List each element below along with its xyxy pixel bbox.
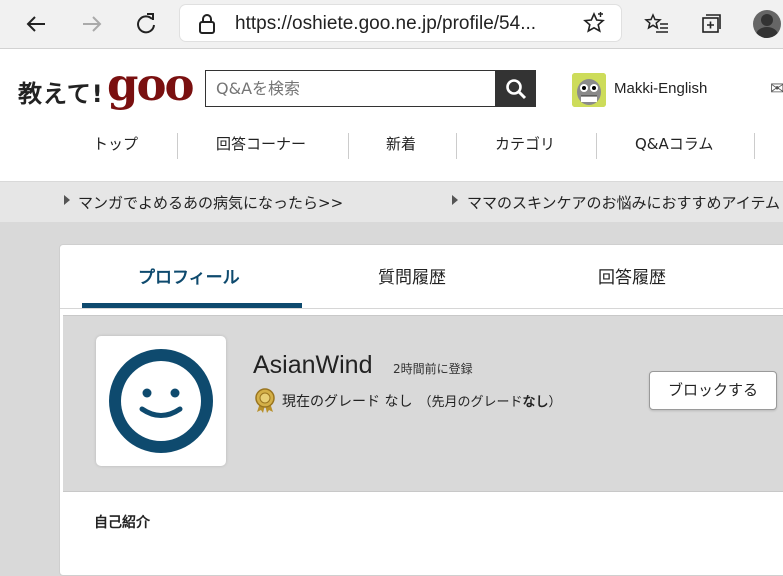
lock-icon [199, 14, 215, 34]
mail-icon[interactable]: ✉ [770, 79, 783, 99]
nav-divider [456, 133, 457, 159]
profile-name: AsianWind [253, 351, 373, 379]
nav-item-answer-corner[interactable]: 回答コーナー [216, 133, 306, 154]
nav-item-category[interactable]: カテゴリ [495, 133, 555, 154]
favorite-star-icon[interactable] [583, 12, 605, 34]
tab-answer-history[interactable]: 回答履歴 [598, 263, 666, 288]
reload-icon [137, 13, 155, 34]
registered-time: 2時間前に登録 [393, 362, 473, 376]
favorites-list-icon[interactable] [644, 12, 670, 36]
tab-question-history[interactable]: 質問履歴 [378, 263, 446, 288]
nav-divider [348, 133, 349, 159]
logo-goo[interactable]: goo [107, 58, 194, 111]
self-introduction-heading: 自己紹介 [94, 515, 150, 531]
user-name[interactable]: Makki-English [614, 80, 707, 97]
tab-profile[interactable]: プロフィール [138, 263, 240, 288]
search-input[interactable] [205, 70, 495, 107]
grade-current: 現在のグレード なし [282, 394, 413, 410]
profile-card: プロフィール 質問履歴 回答履歴 AsianWind 2時間前に登録 現在のグレ… [59, 244, 783, 576]
back-button[interactable] [21, 9, 51, 39]
nav-divider [596, 133, 597, 159]
main-nav: トップ 回答コーナー 新着 カテゴリ Q&Aコラム [0, 129, 783, 163]
address-bar[interactable]: https://oshiete.goo.ne.jp/profile/54... [180, 5, 621, 41]
logo-text[interactable]: 教えて! [18, 74, 104, 109]
triangle-right-icon [64, 195, 70, 205]
promo-strip: マンガでよめるあの病気になったら>> ママのスキンケアのお悩みにおすすめアイテム [0, 182, 783, 222]
profile-summary: AsianWind 2時間前に登録 現在のグレード なし （先月のグレードなし） … [63, 315, 783, 492]
collections-icon[interactable] [699, 12, 723, 36]
nav-divider [754, 133, 755, 159]
grade-info: 現在のグレード なし （先月のグレードなし） [282, 391, 562, 411]
nav-divider [177, 133, 178, 159]
smiley-face-icon [109, 349, 213, 453]
promo-link-skincare[interactable]: ママのスキンケアのお悩みにおすすめアイテム [467, 192, 780, 213]
triangle-right-icon [452, 195, 458, 205]
reload-button[interactable] [131, 9, 161, 39]
avatar-monster-icon [572, 73, 606, 107]
arrow-left-icon [26, 16, 45, 32]
nav-item-qa-column[interactable]: Q&Aコラム [635, 133, 713, 154]
forward-button[interactable] [77, 9, 107, 39]
site-header: 教えて! goo Makki-English ✉ トップ 回答コーナー 新着 カ… [0, 49, 783, 181]
user-avatar[interactable] [572, 73, 606, 107]
block-button[interactable]: ブロックする [649, 371, 777, 410]
medal-icon [255, 388, 275, 413]
search-icon [505, 78, 526, 99]
profile-avatar [96, 336, 226, 466]
profile-avatar-button[interactable] [753, 10, 781, 38]
arrow-right-icon [83, 16, 102, 32]
nav-item-top[interactable]: トップ [93, 133, 138, 154]
search-button[interactable] [495, 70, 536, 107]
tab-divider [60, 308, 783, 309]
browser-toolbar: https://oshiete.goo.ne.jp/profile/54... [0, 0, 783, 49]
grade-previous: （先月のグレードなし） [418, 395, 562, 410]
url-text: https://oshiete.goo.ne.jp/profile/54... [235, 13, 537, 34]
nav-item-new[interactable]: 新着 [386, 133, 416, 154]
promo-link-manga[interactable]: マンガでよめるあの病気になったら>> [78, 192, 343, 213]
